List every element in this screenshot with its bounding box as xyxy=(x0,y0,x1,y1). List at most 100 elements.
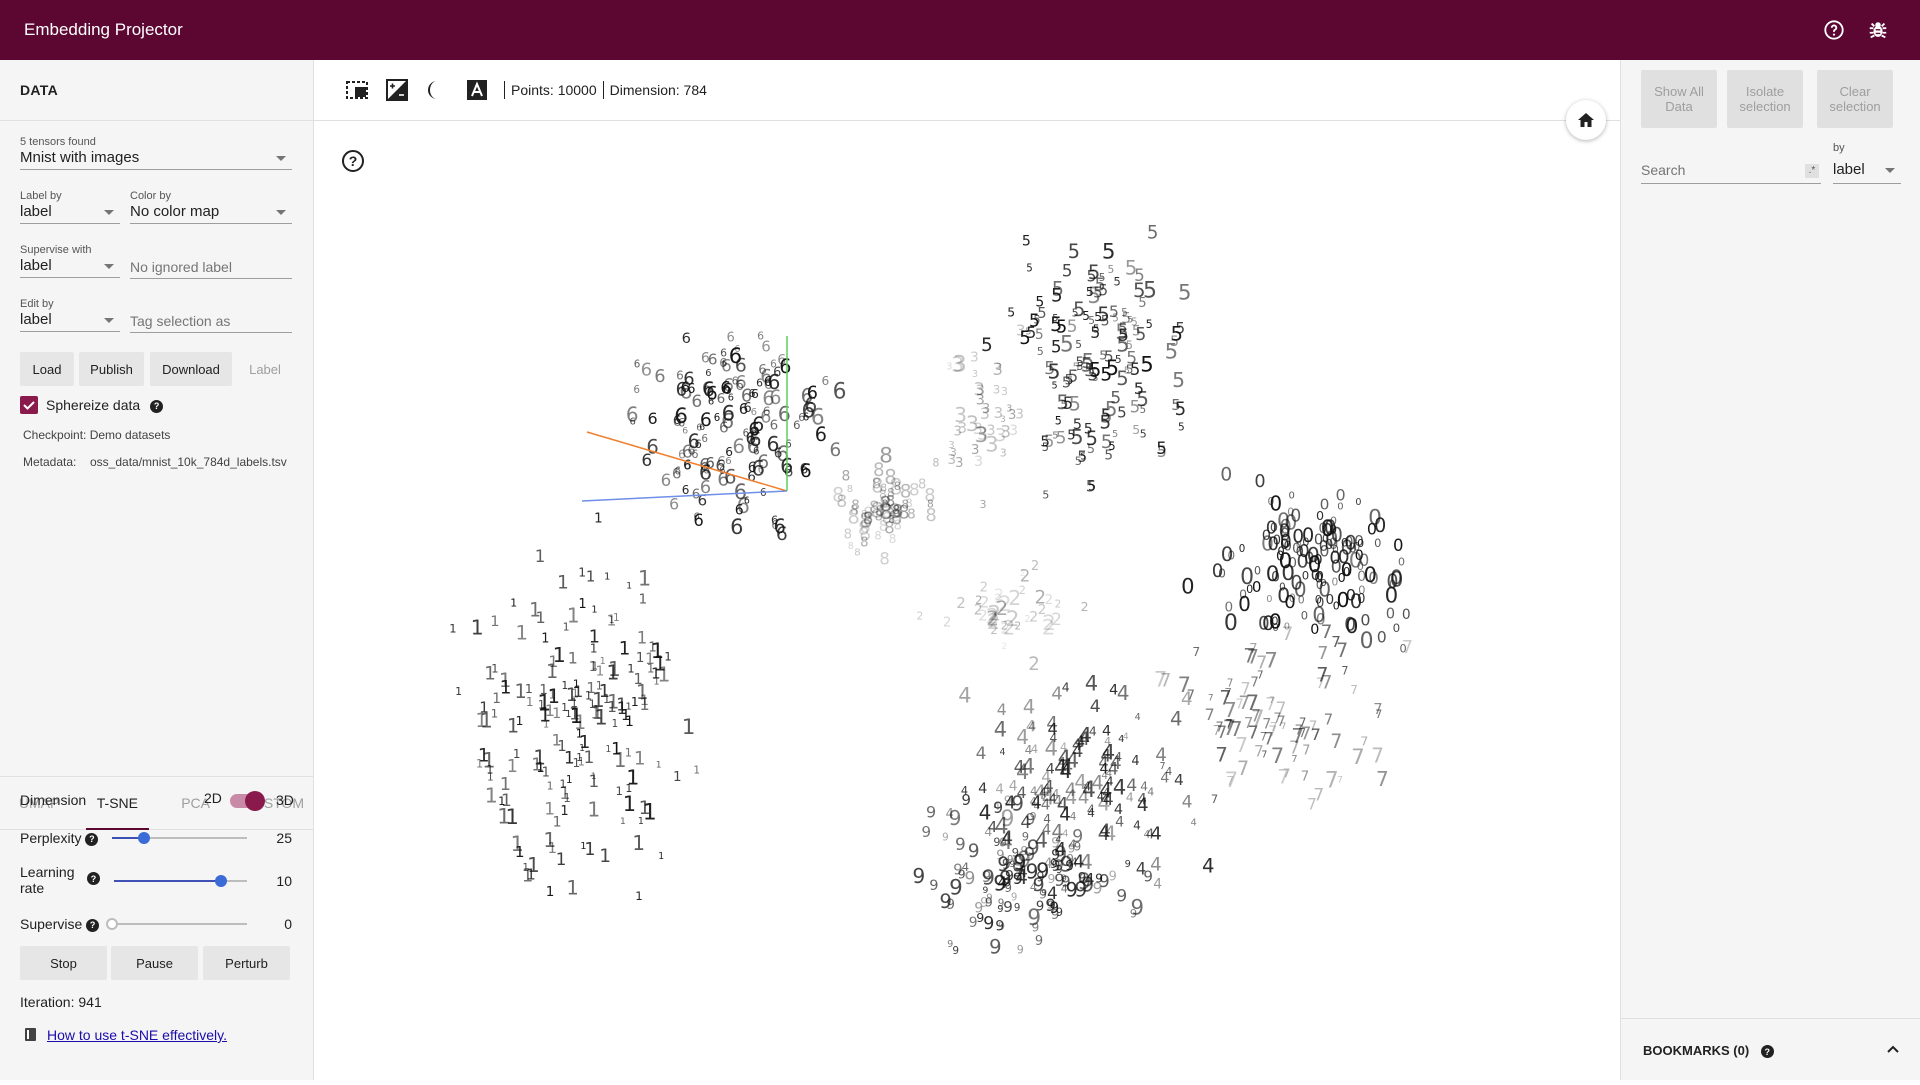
digit-point[interactable]: 1 xyxy=(656,759,662,770)
digit-point[interactable]: 6 xyxy=(691,447,698,461)
digit-point[interactable]: 4 xyxy=(1070,811,1077,823)
digit-point[interactable]: 0 xyxy=(1393,536,1404,555)
digit-point[interactable]: 3 xyxy=(957,419,967,437)
digit-point[interactable]: 4 xyxy=(1113,775,1127,800)
digit-point[interactable]: 5 xyxy=(1026,264,1032,275)
digit-point[interactable]: 1 xyxy=(620,817,626,827)
digit-point[interactable]: 4 xyxy=(1026,718,1036,736)
digit-point[interactable]: 6 xyxy=(833,379,847,404)
digit-point[interactable]: 1 xyxy=(557,573,569,594)
digit-point[interactable]: 5 xyxy=(1178,422,1185,434)
digit-point[interactable]: 7 xyxy=(1281,722,1287,732)
digit-point[interactable]: 4 xyxy=(1051,684,1063,705)
digit-point[interactable]: 2 xyxy=(917,610,924,622)
color-by-select[interactable]: Color by No color map xyxy=(130,190,292,224)
digit-point[interactable]: 7 xyxy=(1324,712,1333,729)
digit-point[interactable]: 7 xyxy=(1313,785,1324,805)
digit-point[interactable]: 5 xyxy=(1157,442,1167,461)
digit-point[interactable]: 5 xyxy=(1112,429,1118,440)
digit-point[interactable]: 9 xyxy=(1036,900,1044,915)
digit-point[interactable]: 1 xyxy=(693,764,700,776)
digit-point[interactable]: 1 xyxy=(625,714,634,730)
digit-point[interactable]: 8 xyxy=(860,536,868,551)
digit-point[interactable]: 0 xyxy=(1314,531,1323,548)
digit-point[interactable]: 1 xyxy=(568,649,578,668)
digit-point[interactable]: 4 xyxy=(978,781,987,797)
digit-point[interactable]: 6 xyxy=(822,374,830,388)
ignored-label-input[interactable]: No ignored label xyxy=(130,257,292,279)
digit-point[interactable]: 0 xyxy=(1402,607,1411,623)
digit-point[interactable]: 5 xyxy=(1178,279,1191,304)
digit-point[interactable]: 5 xyxy=(1100,365,1112,386)
digit-point[interactable]: 4 xyxy=(1106,768,1112,779)
digit-point[interactable]: 0 xyxy=(1374,536,1381,550)
digit-point[interactable]: 9 xyxy=(1017,944,1024,957)
digit-point[interactable]: 1 xyxy=(640,692,649,709)
digit-point[interactable]: 5 xyxy=(1143,279,1157,304)
digit-point[interactable]: 1 xyxy=(625,746,632,760)
digit-point[interactable]: 2 xyxy=(1020,566,1031,585)
digit-point[interactable]: 9 xyxy=(955,834,966,854)
ignored-label-placeholder[interactable]: No ignored label xyxy=(130,257,292,279)
digit-point[interactable]: 7 xyxy=(1302,744,1310,759)
clear-selection-button[interactable]: Clear selection xyxy=(1817,70,1893,128)
digit-point[interactable]: 4 xyxy=(1085,670,1098,695)
digit-point[interactable]: 6 xyxy=(769,386,781,409)
digit-point[interactable]: 3 xyxy=(946,362,952,373)
digit-point[interactable]: 1 xyxy=(627,662,634,676)
digit-point[interactable]: 6 xyxy=(751,427,757,438)
digit-point[interactable]: 9 xyxy=(1012,859,1024,882)
digit-point[interactable]: 6 xyxy=(694,512,700,523)
digit-point[interactable]: 4 xyxy=(1144,828,1151,841)
digit-point[interactable]: 0 xyxy=(1254,565,1261,578)
digit-point[interactable]: 3 xyxy=(971,443,979,458)
digit-point[interactable]: 4 xyxy=(1150,823,1161,844)
digit-point[interactable]: 6 xyxy=(744,401,752,416)
digit-point[interactable]: 9 xyxy=(1003,898,1013,916)
digit-point[interactable]: 5 xyxy=(1101,314,1110,330)
digit-point[interactable]: 7 xyxy=(1160,761,1166,772)
digit-point[interactable]: 0 xyxy=(1332,576,1339,588)
digit-point[interactable]: 1 xyxy=(586,568,596,586)
digit-point[interactable]: 6 xyxy=(801,384,814,407)
digit-point[interactable]: 7 xyxy=(1371,744,1384,768)
digit-point[interactable]: 3 xyxy=(976,382,985,399)
digit-point[interactable]: 1 xyxy=(529,599,541,622)
digit-point[interactable]: 7 xyxy=(1317,644,1328,664)
digit-point[interactable]: 1 xyxy=(542,766,550,781)
digit-point[interactable]: 6 xyxy=(641,451,652,471)
digit-point[interactable]: 1 xyxy=(623,792,636,816)
label-by-value[interactable]: label xyxy=(20,202,120,224)
digit-point[interactable]: 1 xyxy=(553,643,566,667)
search-by-select[interactable]: label xyxy=(1833,160,1901,184)
digit-point[interactable]: 4 xyxy=(1109,682,1118,698)
digit-point[interactable]: 5 xyxy=(1029,311,1040,331)
night-mode-icon[interactable] xyxy=(384,77,410,103)
bookmarks-header[interactable]: BOOKMARKS (0) ? xyxy=(1621,1018,1920,1080)
digit-point[interactable]: 1 xyxy=(516,713,524,728)
digit-point[interactable]: 7 xyxy=(1187,689,1195,704)
digit-point[interactable]: 1 xyxy=(484,664,496,685)
digit-point[interactable]: 5 xyxy=(1114,275,1121,289)
digit-point[interactable]: 4 xyxy=(976,744,987,764)
digit-point[interactable]: 0 xyxy=(1355,497,1361,508)
dimension-toggle-knob[interactable] xyxy=(245,791,265,811)
digit-point[interactable]: 6 xyxy=(679,379,692,404)
digit-point[interactable]: 3 xyxy=(1008,408,1016,423)
digit-point[interactable]: 9 xyxy=(1035,934,1043,949)
digit-point[interactable]: 1 xyxy=(619,639,631,660)
digit-point[interactable]: 7 xyxy=(1205,705,1215,724)
supervise-with-value[interactable]: label xyxy=(20,256,120,278)
digit-point[interactable]: 6 xyxy=(723,376,734,396)
digit-point[interactable]: 9 xyxy=(993,798,1003,817)
digit-point[interactable]: 6 xyxy=(703,464,710,477)
digit-point[interactable]: 7 xyxy=(1257,670,1264,682)
digit-point[interactable]: 5 xyxy=(1093,323,1100,336)
digit-point[interactable]: 1 xyxy=(584,840,595,860)
digit-point[interactable]: 2 xyxy=(1055,599,1062,611)
digit-point[interactable]: 5 xyxy=(1136,387,1149,411)
edit-by-value[interactable]: label xyxy=(20,310,120,332)
digit-point[interactable]: 5 xyxy=(1060,333,1074,358)
digit-point[interactable]: 0 xyxy=(1290,572,1302,595)
digit-point[interactable]: 1 xyxy=(664,649,672,663)
